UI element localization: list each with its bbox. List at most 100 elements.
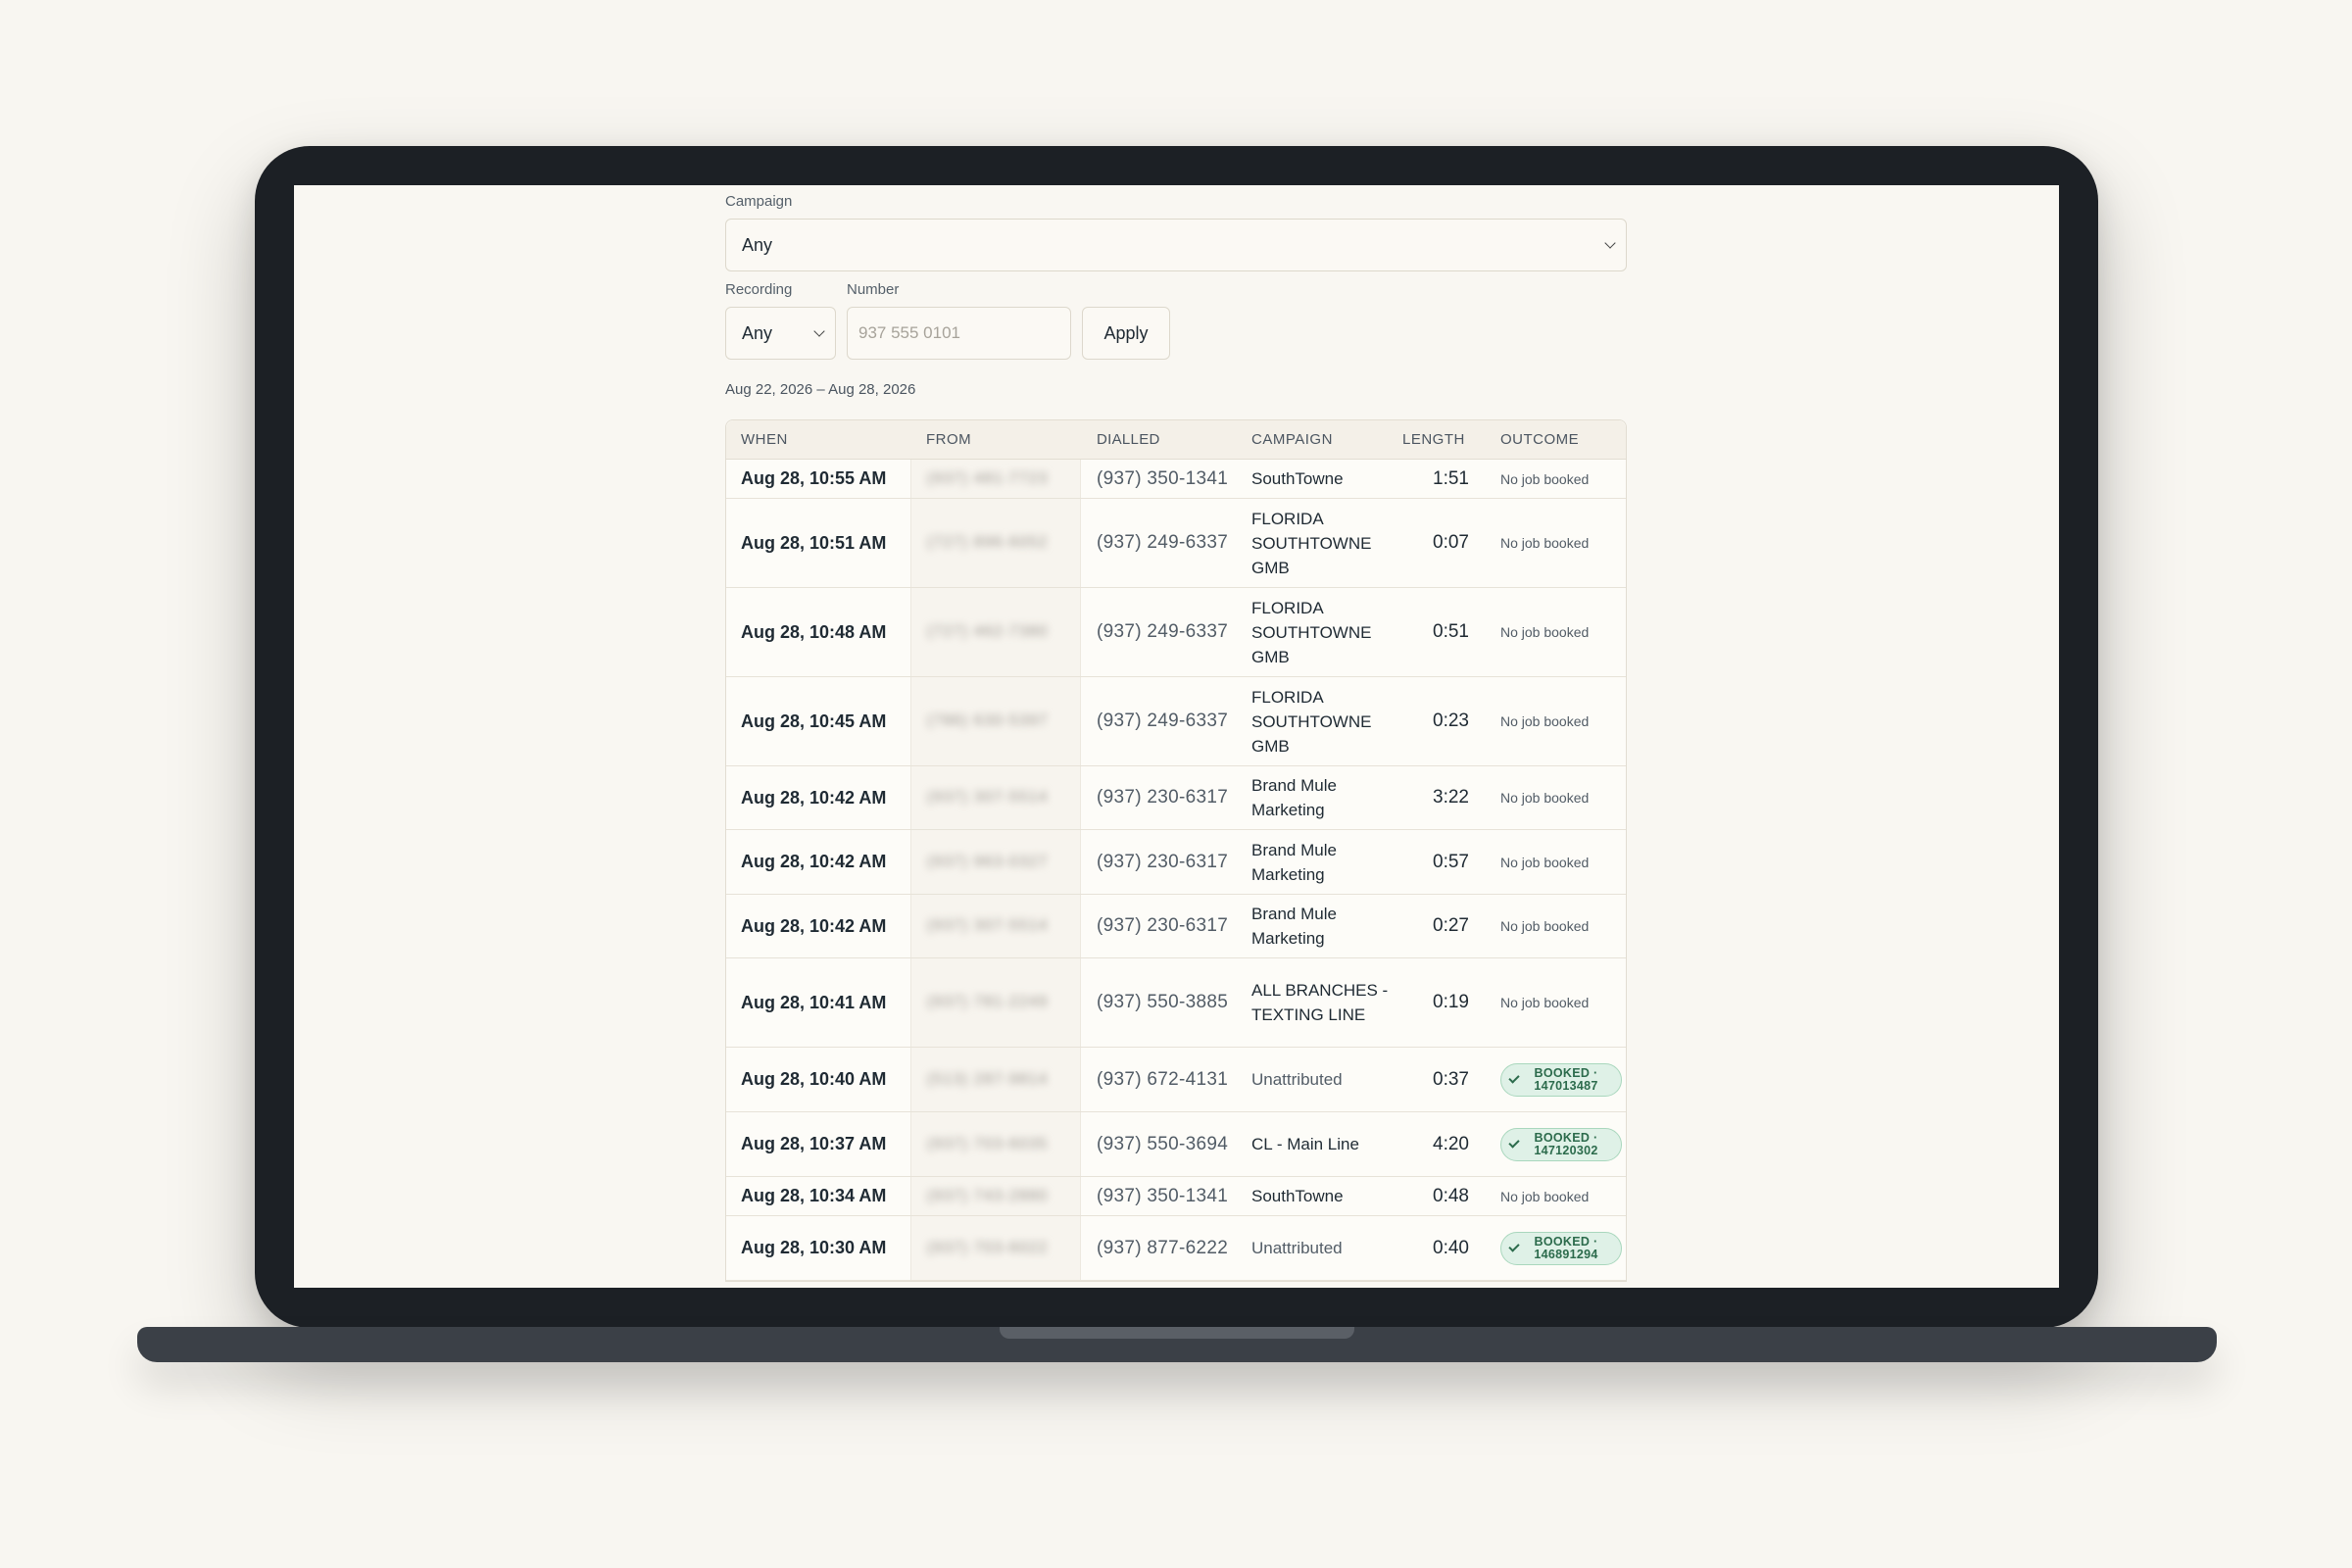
table-row[interactable]: Aug 28, 10:42 AM (937) 307-5514 (937) 230-… (726, 766, 1626, 830)
outcome-text: No job booked (1500, 713, 1590, 729)
call-from: (937) 307-5514 (910, 766, 1081, 829)
outcome-text: No job booked (1500, 995, 1590, 1010)
booked-badge-text: BOOKED · 147013487 (1534, 1065, 1598, 1093)
call-length: 0:23 (1433, 710, 1469, 731)
call-when: Aug 28, 10:45 AM (741, 710, 887, 731)
call-campaign: Unattributed (1251, 1239, 1343, 1257)
table-row[interactable]: Aug 28, 10:30 AM (937) 703-6022 (937) 877-… (726, 1216, 1626, 1281)
header-length[interactable]: LENGTH (1402, 431, 1489, 448)
call-length: 3:22 (1433, 787, 1469, 808)
call-outcome: No job booked (1489, 535, 1626, 551)
call-when: Aug 28, 10:42 AM (741, 852, 887, 871)
call-length: 0:37 (1433, 1068, 1469, 1090)
caller-number-blurred: (937) 307-5514 (927, 917, 1049, 934)
header-dialled[interactable]: DIALLED (1081, 431, 1251, 448)
call-campaign: SouthTowne (1251, 1187, 1344, 1205)
table-row[interactable]: Aug 28, 10:42 AM (937) 307-5514 (937) 230-… (726, 895, 1626, 958)
call-length: 0:48 (1433, 1185, 1469, 1206)
call-campaign: Brand Mule Marketing (1251, 776, 1337, 819)
outcome-text: No job booked (1500, 790, 1590, 806)
header-outcome[interactable]: OUTCOME (1489, 431, 1626, 448)
table-row[interactable]: Aug 28, 10:51 AM (727) 896-6052 (937) 249-… (726, 499, 1626, 588)
table-row[interactable]: Aug 28, 10:42 AM (937) 963-0327 (937) 230-… (726, 830, 1626, 895)
call-outcome: No job booked (1489, 918, 1626, 934)
outcome-text: No job booked (1500, 535, 1590, 551)
call-when: Aug 28, 10:30 AM (741, 1238, 887, 1257)
booked-badge[interactable]: BOOKED · 147120302 (1500, 1127, 1622, 1161)
booked-badge[interactable]: BOOKED · 146891294 (1500, 1231, 1622, 1265)
call-when: Aug 28, 10:51 AM (741, 532, 887, 553)
call-campaign: FLORIDA SOUTHTOWNE GMB (1251, 598, 1372, 666)
outcome-text: No job booked (1500, 624, 1590, 640)
call-from: (937) 781-2249 (910, 958, 1081, 1047)
call-from: (727) 896-6052 (910, 499, 1081, 587)
number-input[interactable] (847, 307, 1071, 360)
call-campaign: CL - Main Line (1251, 1135, 1359, 1153)
call-from: (786) 630-5397 (910, 677, 1081, 765)
call-length: 0:40 (1433, 1237, 1469, 1258)
call-from: (937) 703-6035 (910, 1112, 1081, 1176)
call-dialled: (937) 230-6317 (1097, 851, 1229, 872)
recording-select[interactable]: Any (725, 307, 836, 360)
check-icon (1508, 1071, 1520, 1084)
table-row[interactable]: Aug 28, 10:34 AM (937) 743-2880 (937) 350-… (726, 1177, 1626, 1216)
campaign-select[interactable]: Any (725, 219, 1627, 271)
call-outcome: No job booked (1489, 713, 1626, 729)
call-when: Aug 28, 10:40 AM (741, 1069, 887, 1089)
call-length: 1:51 (1433, 467, 1469, 489)
call-campaign: Brand Mule Marketing (1251, 840, 1337, 884)
call-dialled: (937) 877-6222 (1097, 1237, 1229, 1258)
header-campaign[interactable]: CAMPAIGN (1251, 427, 1402, 452)
laptop-notch (1000, 1327, 1354, 1339)
table-row[interactable]: Aug 28, 10:41 AM (937) 781-2249 (937) 550-… (726, 958, 1626, 1048)
call-when: Aug 28, 10:42 AM (741, 787, 887, 808)
call-campaign: SouthTowne (1251, 469, 1344, 488)
table-row[interactable]: Aug 28, 10:40 AM (513) 287-9814 (937) 672-… (726, 1048, 1626, 1112)
app-screen: Campaign Any Recording Number Any Apply … (294, 185, 2059, 1288)
call-outcome: BOOKED · 147013487 (1489, 1062, 1626, 1097)
table-row[interactable]: Aug 28, 10:37 AM (937) 703-6035 (937) 550-… (726, 1112, 1626, 1177)
table-header: WHEN FROM DIALLED CAMPAIGN LENGTH OUTCOM… (726, 420, 1626, 460)
campaign-select-value: Any (742, 234, 773, 255)
caller-number-blurred: (786) 630-5397 (927, 712, 1049, 729)
outcome-text: No job booked (1500, 918, 1590, 934)
call-campaign: Unattributed (1251, 1070, 1343, 1089)
call-dialled: (937) 230-6317 (1097, 915, 1229, 936)
booked-badge-text: BOOKED · 146891294 (1534, 1234, 1598, 1261)
call-dialled: (937) 350-1341 (1097, 1185, 1229, 1206)
call-dialled: (937) 249-6337 (1097, 532, 1229, 553)
call-outcome: No job booked (1489, 624, 1626, 640)
caller-number-blurred: (937) 307-5514 (927, 789, 1049, 806)
header-when[interactable]: WHEN (726, 431, 910, 448)
caller-number-blurred: (727) 462-7380 (927, 623, 1049, 640)
call-from: (937) 481-7723 (910, 460, 1081, 498)
call-from: (937) 703-6022 (910, 1216, 1081, 1280)
table-row[interactable]: Aug 28, 10:48 AM (727) 462-7380 (937) 249-… (726, 588, 1626, 677)
header-from[interactable]: FROM (910, 420, 1081, 459)
chevron-down-icon (813, 325, 825, 337)
call-campaign: Brand Mule Marketing (1251, 905, 1337, 948)
number-label: Number (847, 281, 900, 298)
caller-number-blurred: (937) 781-2249 (927, 994, 1049, 1010)
call-when: Aug 28, 10:48 AM (741, 621, 887, 642)
date-range: Aug 22, 2026 – Aug 28, 2026 (725, 381, 916, 398)
call-outcome: No job booked (1489, 1189, 1626, 1204)
caller-number-blurred: (937) 743-2880 (927, 1187, 1049, 1204)
call-campaign: FLORIDA SOUTHTOWNE GMB (1251, 509, 1372, 577)
call-dialled: (937) 249-6337 (1097, 710, 1229, 731)
table-body: Aug 28, 10:55 AM (937) 481-7723 (937) 350-… (726, 460, 1626, 1281)
call-length: 0:51 (1433, 621, 1469, 642)
table-row[interactable]: Aug 28, 10:55 AM (937) 481-7723 (937) 350-… (726, 460, 1626, 499)
call-campaign: ALL BRANCHES - TEXTING LINE (1251, 981, 1389, 1024)
call-dialled: (937) 350-1341 (1097, 467, 1229, 489)
apply-button[interactable]: Apply (1082, 307, 1170, 360)
check-icon (1508, 1240, 1520, 1252)
call-when: Aug 28, 10:41 AM (741, 992, 887, 1012)
table-row[interactable]: Aug 28, 10:45 AM (786) 630-5397 (937) 249-… (726, 677, 1626, 766)
call-when: Aug 28, 10:34 AM (741, 1186, 887, 1205)
chevron-down-icon (1604, 237, 1616, 249)
outcome-text: No job booked (1500, 854, 1590, 870)
booked-badge[interactable]: BOOKED · 147013487 (1500, 1062, 1622, 1097)
call-length: 4:20 (1433, 1133, 1469, 1154)
call-length: 0:19 (1433, 992, 1469, 1012)
